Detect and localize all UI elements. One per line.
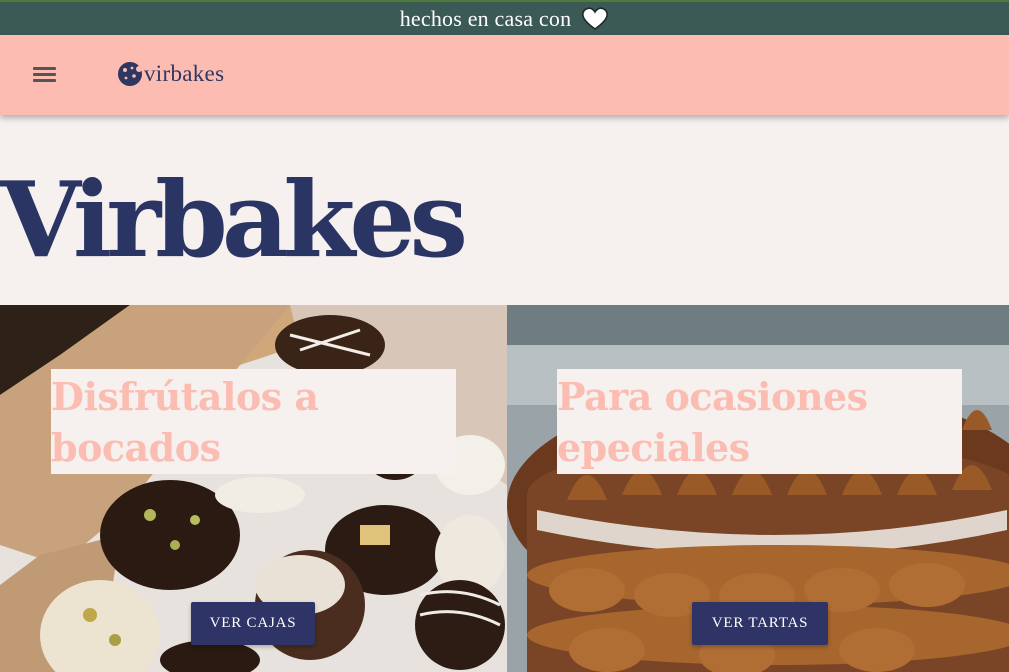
cookie-icon bbox=[118, 62, 142, 86]
site-logo[interactable]: virbakes bbox=[117, 61, 224, 87]
announcement-bar: hechos en casa con bbox=[0, 0, 1009, 35]
hamburger-menu-icon[interactable] bbox=[32, 63, 58, 85]
panel-cakes: Para ocasiones epeciales VER TARTAS bbox=[507, 305, 1009, 672]
panel-cookie-boxes: Disfrútalos a bocados VER CAJAS bbox=[0, 305, 507, 672]
page-title: Virbakes bbox=[0, 158, 468, 281]
logo-text: virbakes bbox=[144, 61, 225, 86]
panel-caption: Para ocasiones epeciales bbox=[557, 369, 962, 474]
view-boxes-button[interactable]: VER CAJAS bbox=[191, 602, 315, 645]
panel-caption: Disfrútalos a bocados bbox=[51, 369, 456, 474]
announcement-text: hechos en casa con bbox=[399, 5, 572, 31]
heart-icon bbox=[581, 6, 609, 31]
site-navbar: virbakes bbox=[0, 35, 1009, 115]
view-cakes-button[interactable]: VER TARTAS bbox=[692, 602, 828, 645]
